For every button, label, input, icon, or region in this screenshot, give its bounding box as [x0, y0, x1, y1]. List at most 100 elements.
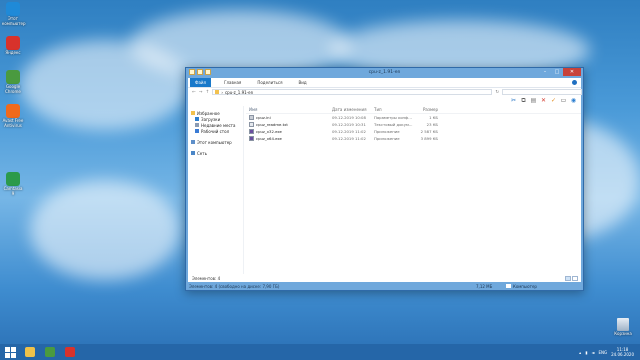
- file-row[interactable]: cpuz_x64.exe 09.12.2019 11:02 Приложение 3 …: [246, 135, 581, 142]
- icons-view-button[interactable]: [572, 275, 578, 281]
- search-input[interactable]: [502, 89, 583, 95]
- desktop-icon-label: Яндекс: [5, 50, 21, 55]
- camtasia-taskbar-icon: [65, 347, 75, 357]
- title-bar[interactable]: cpu-z_1.91-en – □ ✕: [186, 68, 583, 78]
- chrome-taskbar-icon: [45, 347, 55, 357]
- details-view-button[interactable]: [565, 275, 571, 281]
- network-icon[interactable]: ◉: [570, 97, 577, 104]
- file-size: 3 899 КБ: [420, 136, 438, 141]
- recycle-bin[interactable]: Корзина: [611, 318, 635, 337]
- cpuz-exe-icon: [249, 136, 254, 141]
- file-date: 09.12.2019 10:08: [332, 115, 366, 120]
- file-name-cell: cpuz_x64.exe: [246, 136, 332, 141]
- desktop-icon-label: Google Chrome: [5, 84, 21, 94]
- desktop-icon[interactable]: Этот компьютер: [2, 2, 26, 26]
- desktop-icon-label: Avast Free Antivirus: [2, 118, 24, 128]
- window-title: cpu-z_1.91-en: [368, 70, 401, 75]
- taskbar-app-button[interactable]: [60, 344, 80, 360]
- date: 24.06.2020: [611, 352, 634, 357]
- file-date: 09.12.2019 10:31: [332, 122, 366, 127]
- computer-icon: [6, 2, 20, 16]
- explorer-body: Избранное Загрузки Недавние места Рабочий с…: [188, 106, 581, 274]
- explorer-window: cpu-z_1.91-en – □ ✕ Файл Главная Поделит…: [185, 67, 584, 291]
- navigation-pane: Избранное Загрузки Недавние места Рабочий с…: [188, 106, 244, 274]
- close-button[interactable]: ✕: [563, 68, 581, 76]
- tab-view[interactable]: Вид: [295, 80, 309, 85]
- nav-item-label: Сеть: [197, 150, 207, 156]
- taskbar-app-button[interactable]: [20, 344, 40, 360]
- recycle-bin-icon: [617, 318, 629, 331]
- nav-item[interactable]: Этот компьютер: [188, 139, 243, 145]
- delete-icon[interactable]: ✕: [540, 97, 547, 104]
- text-file-icon: [249, 122, 254, 127]
- file-name-cell: cpuz.ini: [246, 115, 332, 120]
- status-size: 7,12 МБ: [476, 283, 493, 289]
- download-folder-icon: [195, 117, 199, 121]
- desktop-icon[interactable]: Google Chrome: [2, 70, 24, 94]
- network-tray-icon[interactable]: ▮: [585, 350, 587, 355]
- yandex-icon: [6, 36, 20, 50]
- volume-icon[interactable]: ◄: [591, 350, 594, 355]
- start-button[interactable]: [0, 344, 20, 360]
- explorer-taskbar-icon: [25, 347, 35, 357]
- file-date: 09.12.2019 11:02: [332, 129, 366, 134]
- desktop-icon[interactable]: Avast Free Antivirus: [2, 104, 24, 128]
- maximize-button[interactable]: □: [551, 68, 563, 76]
- star-icon: [191, 111, 195, 115]
- recycle-bin-label: Корзина: [614, 331, 632, 336]
- file-size: 1 КБ: [429, 115, 438, 120]
- file-row[interactable]: cpuz_x32.exe 09.12.2019 11:02 Приложение 2 …: [246, 128, 581, 135]
- copy-icon[interactable]: ⧉: [520, 97, 527, 104]
- column-type[interactable]: Тип: [374, 107, 414, 112]
- tab-file[interactable]: Файл: [190, 78, 212, 87]
- column-date[interactable]: Дата изменения: [332, 107, 374, 112]
- file-row[interactable]: cpuz_readme.txt 09.12.2019 10:31 Текстовый…: [246, 121, 581, 128]
- language-indicator[interactable]: ENG: [598, 350, 607, 355]
- paste-icon[interactable]: ▤: [530, 97, 537, 104]
- cut-icon[interactable]: ✂: [510, 97, 517, 104]
- file-name-cell: cpuz_x32.exe: [246, 129, 332, 134]
- breadcrumb-separator: ›: [221, 89, 223, 95]
- up-icon[interactable]: ↑: [206, 90, 210, 95]
- minimize-button[interactable]: –: [539, 68, 551, 76]
- taskbar-app-button[interactable]: [40, 344, 60, 360]
- file-name: cpuz_readme.txt: [256, 122, 288, 127]
- column-size[interactable]: Размер: [414, 107, 438, 112]
- refresh-icon[interactable]: ↻: [495, 90, 499, 95]
- help-icon[interactable]: [572, 80, 577, 85]
- file-row[interactable]: cpuz.ini 09.12.2019 10:08 Параметры конф..…: [246, 114, 581, 121]
- nav-item[interactable]: Рабочий стол: [188, 128, 243, 134]
- cpuz-exe-icon: [249, 129, 254, 134]
- desktop-icon-label: Camtasia 9: [3, 186, 23, 196]
- tab-share[interactable]: Поделиться: [254, 80, 285, 85]
- mouse-cursor: [303, 212, 306, 217]
- window-status: Элементов: 4 (свободно на диске: 7,90 ГБ…: [186, 282, 583, 290]
- file-type: Приложение: [374, 129, 400, 134]
- file-type: Текстовый докум...: [374, 122, 413, 127]
- status-location: Компьютер: [513, 283, 537, 289]
- camtasia-icon: [6, 172, 20, 186]
- address-field[interactable]: › cpu-z_1.91-en: [212, 89, 493, 95]
- nav-item-label: Избранное: [197, 110, 220, 116]
- file-size: 23 КБ: [426, 122, 438, 127]
- file-list: Имя Дата изменения Тип Размер cpuz.ini 09…: [246, 106, 581, 274]
- column-headers: Имя Дата изменения Тип Размер: [246, 106, 581, 114]
- clock[interactable]: 11:18 24.06.2020: [611, 347, 634, 357]
- ini-file-icon: [249, 115, 254, 120]
- back-icon[interactable]: ←: [192, 90, 196, 95]
- nav-item-label: Рабочий стол: [201, 128, 230, 134]
- rename-icon[interactable]: ▭: [560, 97, 567, 104]
- forward-icon[interactable]: →: [199, 90, 203, 95]
- file-date: 09.12.2019 11:02: [332, 136, 366, 141]
- nav-item[interactable]: Сеть: [188, 150, 243, 156]
- desktop-icon[interactable]: Яндекс: [2, 36, 24, 56]
- check-icon[interactable]: ✓: [550, 97, 557, 104]
- breadcrumb[interactable]: cpu-z_1.91-en: [225, 90, 253, 95]
- network-icon: [191, 151, 195, 155]
- column-name[interactable]: Имя: [246, 107, 332, 112]
- chrome-icon: [6, 70, 20, 84]
- status-items: Элементов: 4: [192, 275, 221, 281]
- arrow-up-icon[interactable]: ▴: [579, 350, 581, 355]
- desktop-icon[interactable]: Camtasia 9: [2, 172, 24, 196]
- tab-home[interactable]: Главная: [221, 80, 244, 85]
